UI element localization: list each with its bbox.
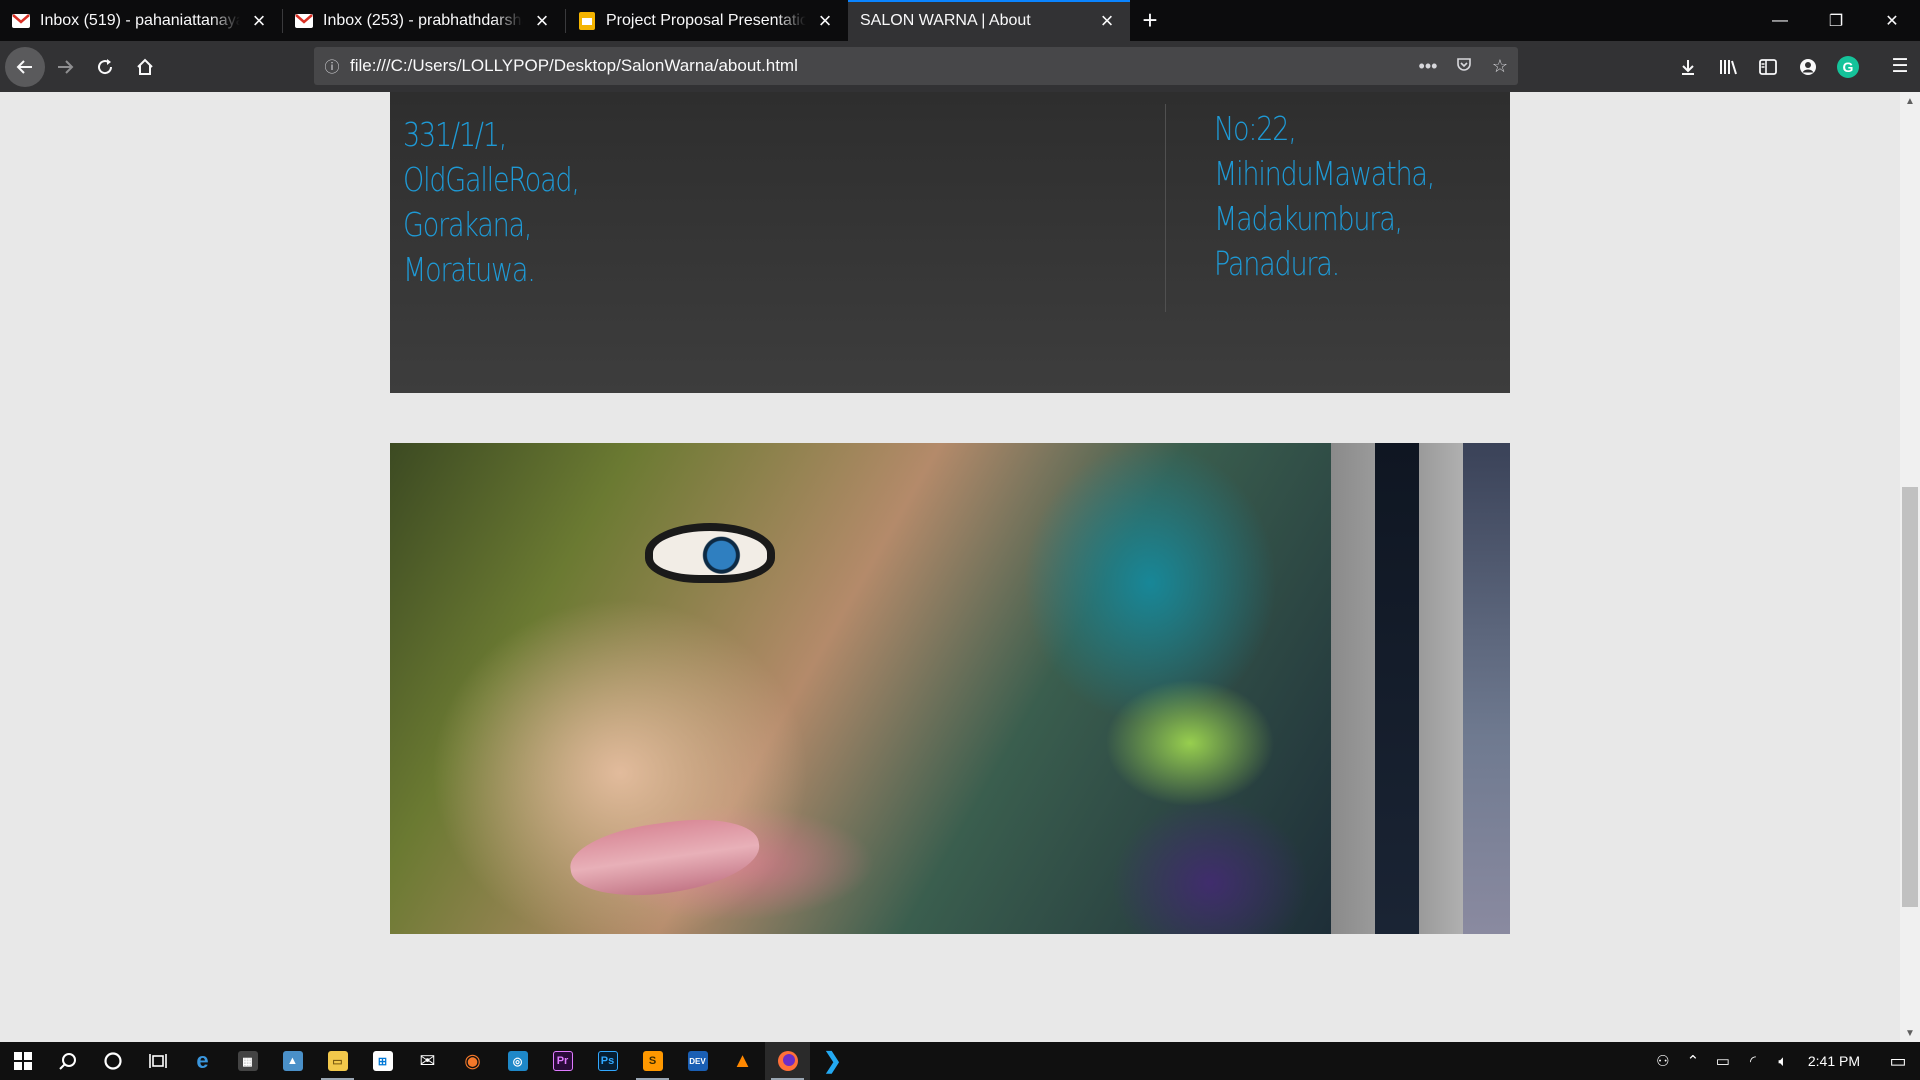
address-divider xyxy=(1165,104,1166,312)
menu-icon[interactable]: ☰ xyxy=(1880,47,1920,87)
more-actions-icon[interactable]: ••• xyxy=(1410,56,1446,77)
arrow-right-icon xyxy=(58,59,74,74)
tab-title: SALON WARNA | About xyxy=(860,11,1031,29)
slides-icon xyxy=(578,11,596,30)
volume-muted-icon[interactable]: 🔈︎ xyxy=(1768,1053,1798,1070)
downloads-icon[interactable] xyxy=(1668,47,1708,87)
slider-thumb-strip[interactable] xyxy=(1419,443,1463,934)
bookmark-star-icon[interactable]: ☆ xyxy=(1482,56,1518,77)
page-viewport: 331/1/1, OldGalleRoad, Gorakana, Moratuw… xyxy=(0,92,1900,1042)
address-moratuwa: 331/1/1, OldGalleRoad, Gorakana, Moratuw… xyxy=(403,112,580,292)
address-panel: 331/1/1, OldGalleRoad, Gorakana, Moratuw… xyxy=(390,92,1510,393)
close-icon[interactable]: × xyxy=(814,8,836,33)
vlc-icon[interactable]: ▲ xyxy=(720,1042,765,1080)
windows-start-icon[interactable] xyxy=(0,1042,45,1080)
tab-slides[interactable]: Project Proposal Presentation - × xyxy=(566,0,848,41)
model-eye xyxy=(645,523,775,583)
navigation-toolbar: ⓘ file:///C:/Users/LOLLYPOP/Desktop/Salo… xyxy=(0,41,1920,92)
close-window-icon[interactable]: ✕ xyxy=(1864,0,1920,41)
window-controls: — ❐ ✕ xyxy=(1752,0,1920,41)
image-slider[interactable] xyxy=(390,443,1510,934)
address-line: Panadura. xyxy=(1214,244,1340,283)
restore-icon[interactable]: ❐ xyxy=(1808,0,1864,41)
address-line: Moratuwa. xyxy=(403,250,536,289)
home-icon xyxy=(137,58,153,75)
gmail-icon xyxy=(295,12,313,30)
blender-icon[interactable]: ◉ xyxy=(450,1042,495,1080)
people-icon[interactable]: ⚇ xyxy=(1648,1052,1678,1070)
slider-thumb-strip[interactable] xyxy=(1463,443,1510,934)
close-icon[interactable]: × xyxy=(1096,8,1118,33)
url-text[interactable]: file:///C:/Users/LOLLYPOP/Desktop/SalonW… xyxy=(350,56,1410,76)
address-line: Gorakana, xyxy=(403,205,533,244)
edge-icon[interactable]: e xyxy=(180,1042,225,1080)
home-button[interactable] xyxy=(125,47,165,87)
mail-icon[interactable]: ✉ xyxy=(405,1042,450,1080)
calculator-icon[interactable]: ▦ xyxy=(225,1042,270,1080)
reload-icon xyxy=(98,58,113,74)
windows-taskbar: e ▦ ▲ ▭ ⊞ ✉ ◉ ◎ Pr Ps S DEV ▲ ❯ ⚇ ⌃ ▭ ◜ … xyxy=(0,1042,1920,1080)
cortana-icon[interactable] xyxy=(90,1042,135,1080)
address-line: OldGalleRoad, xyxy=(403,160,580,199)
library-icon[interactable] xyxy=(1708,47,1748,87)
close-icon[interactable]: × xyxy=(531,8,553,33)
store-icon[interactable]: ⊞ xyxy=(360,1042,405,1080)
tab-strip: Inbox (519) - pahaniattanayake × Inbox (… xyxy=(0,0,1920,41)
settings-icon[interactable]: ◎ xyxy=(495,1042,540,1080)
address-line: No:22, xyxy=(1214,109,1297,148)
chevron-up-icon[interactable]: ⌃ xyxy=(1678,1052,1708,1070)
address-panadura: No:22, MihinduMawatha, Madakumbura, Pana… xyxy=(1214,106,1435,286)
scroll-up-icon[interactable]: ▲ xyxy=(1900,92,1920,110)
task-view-icon[interactable] xyxy=(135,1042,180,1080)
tab-gmail-2[interactable]: Inbox (253) - prabhathdarshana × xyxy=(283,0,565,41)
tab-salon-warna[interactable]: SALON WARNA | About × xyxy=(848,0,1130,41)
address-line: MihinduMawatha, xyxy=(1214,154,1435,193)
tab-title: Inbox (519) - pahaniattanayake xyxy=(40,11,240,29)
premiere-icon[interactable]: Pr xyxy=(540,1042,585,1080)
battery-icon[interactable]: ▭ xyxy=(1708,1052,1738,1070)
grammarly-icon[interactable]: G xyxy=(1828,47,1868,87)
gmail-icon xyxy=(12,12,30,30)
info-icon[interactable]: ⓘ xyxy=(314,56,350,77)
photos-icon[interactable]: ▲ xyxy=(270,1042,315,1080)
wifi-icon[interactable]: ◜ xyxy=(1738,1052,1768,1070)
file-explorer-icon[interactable]: ▭ xyxy=(315,1042,360,1080)
minimize-icon[interactable]: — xyxy=(1752,0,1808,41)
scroll-down-icon[interactable]: ▼ xyxy=(1900,1024,1920,1042)
sidebar-icon[interactable] xyxy=(1748,47,1788,87)
sublime-icon[interactable]: S xyxy=(630,1042,675,1080)
address-bar[interactable]: ⓘ file:///C:/Users/LOLLYPOP/Desktop/Salo… xyxy=(314,47,1518,85)
notification-icon[interactable]: ▭ xyxy=(1876,1051,1920,1072)
arrow-left-icon xyxy=(16,59,32,74)
slider-thumb-strip[interactable] xyxy=(1375,443,1419,934)
search-icon[interactable] xyxy=(45,1042,90,1080)
new-tab-button[interactable]: + xyxy=(1130,0,1170,41)
vscode-icon[interactable]: ❯ xyxy=(810,1042,855,1080)
forward-button[interactable] xyxy=(45,47,85,87)
close-icon[interactable]: × xyxy=(248,8,270,33)
slider-thumb-strip[interactable] xyxy=(1331,443,1375,934)
back-button[interactable] xyxy=(5,46,45,87)
model-lips xyxy=(566,810,764,906)
reload-button[interactable] xyxy=(85,47,125,87)
vertical-scrollbar[interactable]: ▲ ▼ xyxy=(1900,92,1920,1042)
scrollbar-thumb[interactable] xyxy=(1902,487,1918,907)
tab-title: Inbox (253) - prabhathdarshana xyxy=(323,11,523,29)
photoshop-icon[interactable]: Ps xyxy=(585,1042,630,1080)
dev-icon[interactable]: DEV xyxy=(675,1042,720,1080)
tab-title: Project Proposal Presentation - xyxy=(606,11,806,29)
pocket-icon[interactable] xyxy=(1446,56,1482,77)
toolbar-right: G ☰ xyxy=(1668,41,1920,92)
firefox-icon[interactable] xyxy=(765,1042,810,1080)
tab-gmail-1[interactable]: Inbox (519) - pahaniattanayake × xyxy=(0,0,282,41)
taskbar-clock[interactable]: 2:41 PM xyxy=(1798,1053,1876,1069)
address-line: Madakumbura, xyxy=(1214,199,1403,238)
address-line: 331/1/1, xyxy=(403,115,507,154)
system-tray: ⚇ ⌃ ▭ ◜ 🔈︎ 2:41 PM ▭ xyxy=(1648,1042,1920,1080)
account-icon[interactable] xyxy=(1788,47,1828,87)
hero-image-model xyxy=(390,443,1331,934)
